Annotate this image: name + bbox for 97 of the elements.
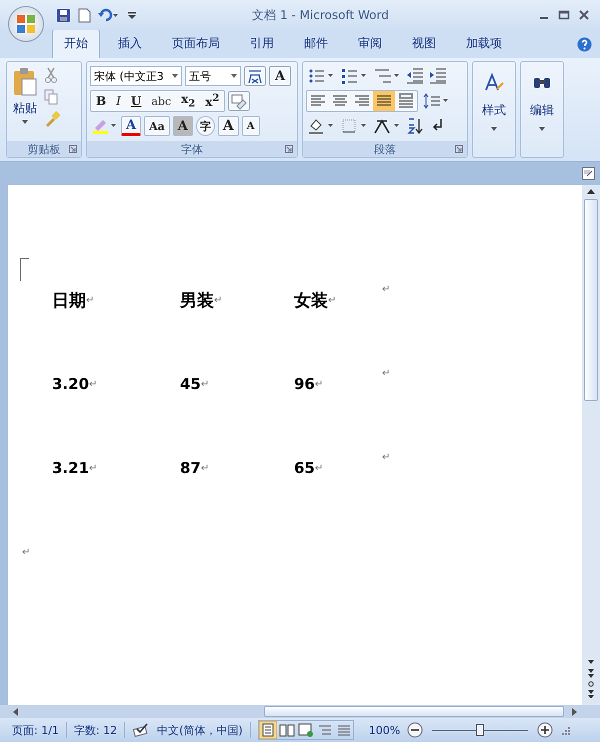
horizontal-scrollbar[interactable]	[0, 705, 600, 718]
table-cell-text: 男装	[180, 290, 214, 312]
font-effect-button[interactable]: A	[242, 116, 260, 136]
sort-icon[interactable]	[405, 116, 425, 136]
font-effect-button[interactable]: A	[218, 116, 239, 136]
ribbon-tab[interactable]: 页面布局	[160, 29, 232, 58]
table-cell-text: 87	[180, 459, 201, 477]
help-icon[interactable]	[577, 37, 592, 52]
dropdown-arrow-icon	[231, 74, 237, 78]
format-button[interactable]: abc	[146, 91, 176, 111]
font-effect-button[interactable]: 字	[196, 116, 215, 136]
text-boundary-mark	[20, 258, 29, 281]
scroll-down-icon[interactable]	[586, 658, 596, 698]
maximize-icon[interactable]	[558, 9, 570, 21]
row-end-mark: ↵	[382, 452, 390, 463]
format-button[interactable]: x$^{2}$	[200, 91, 224, 111]
paragraph-mark: ↵	[214, 294, 222, 306]
dropdown-arrow-icon	[22, 120, 28, 124]
align-icon[interactable]	[373, 91, 395, 111]
scroll-right-icon[interactable]	[570, 706, 578, 716]
dropdown-arrow-icon	[172, 74, 178, 78]
group-label: 段落	[374, 142, 396, 156]
close-icon[interactable]	[578, 9, 590, 21]
new-document-icon[interactable]	[78, 8, 91, 22]
view-mode-icon[interactable]	[296, 721, 315, 739]
format-button[interactable]: x$_{2}$	[176, 91, 200, 111]
save-icon[interactable]	[56, 8, 71, 22]
table-cell-text: 65	[294, 459, 315, 477]
vertical-scrollbar[interactable]	[582, 185, 600, 705]
ribbon-tab[interactable]: 引用	[238, 29, 286, 58]
table-cell-text: 3.21	[52, 459, 90, 477]
paragraph-mark: ↵	[89, 378, 98, 390]
view-mode-icon[interactable]	[258, 721, 277, 739]
group-label: 剪贴板	[28, 142, 60, 156]
dropdown-arrow-icon	[539, 127, 545, 131]
format-button[interactable]: U	[126, 91, 146, 111]
ribbon-tab[interactable]: 插入	[106, 29, 154, 58]
paste-button[interactable]: 粘贴	[10, 65, 40, 138]
font-name-field[interactable]: 宋体 (中文正3	[90, 66, 182, 86]
font-effect-button[interactable]: A	[172, 116, 193, 136]
office-button[interactable]	[8, 6, 44, 42]
font-effect-button[interactable]: A	[121, 116, 142, 136]
clipboard-icon	[12, 67, 38, 97]
increase-indent-icon[interactable]	[428, 66, 448, 86]
undo-icon[interactable]	[98, 8, 120, 22]
table-cell-text: 45	[180, 375, 201, 393]
table-cell-text: 女装	[294, 290, 328, 312]
paragraph-mark: ↵	[22, 547, 30, 558]
window-title: 文档 1 - Microsoft Word	[251, 6, 390, 24]
decrease-indent-icon[interactable]	[405, 66, 425, 86]
customize-menu-icon[interactable]	[127, 10, 137, 20]
phonetic-guide-icon[interactable]	[244, 66, 266, 86]
dialog-launcher-icon[interactable]	[285, 145, 293, 153]
resize-grip-icon[interactable]	[560, 725, 570, 735]
line-spacing-icon[interactable]	[421, 91, 451, 111]
numbering-icon[interactable]	[339, 66, 369, 86]
table-cell-text: 3.20	[52, 375, 90, 393]
dialog-launcher-icon[interactable]	[69, 145, 77, 153]
word-count[interactable]: 字数: 12	[74, 722, 118, 738]
paragraph-mark: ↵	[86, 294, 94, 306]
ribbon-tab[interactable]: 加载项	[454, 29, 514, 58]
scroll-thumb[interactable]	[584, 199, 598, 401]
zoom-slider-thumb[interactable]	[476, 724, 484, 736]
zoom-level[interactable]: 100%	[368, 724, 400, 736]
format-button[interactable]: I	[111, 91, 126, 111]
paragraph-mark: ↵	[89, 462, 98, 474]
ribbon-tab[interactable]: 视图	[400, 29, 448, 58]
group-label: 字体	[181, 142, 203, 156]
dialog-launcher-icon[interactable]	[455, 145, 463, 153]
table-cell-text: 日期	[52, 290, 86, 312]
office-logo-icon	[16, 14, 36, 34]
dropdown-arrow-icon	[491, 127, 497, 131]
paragraph-mark: ↵	[328, 294, 336, 306]
paragraph-mark: ↵	[200, 378, 210, 390]
ribbon-tab[interactable]: 邮件	[292, 29, 340, 58]
row-end-mark: ↵	[382, 368, 390, 379]
table-cell-text: 96	[294, 375, 315, 393]
zoom-in-icon[interactable]	[537, 722, 554, 738]
paragraph-mark: ↵	[314, 378, 324, 390]
cut-icon[interactable]	[44, 67, 58, 83]
zoom-out-icon[interactable]	[407, 722, 424, 738]
font-effect-button[interactable]: Aa	[144, 116, 170, 136]
scroll-thumb[interactable]	[264, 706, 564, 717]
format-button[interactable]: B	[91, 91, 112, 111]
paragraph-mark: ↵	[200, 462, 210, 474]
scroll-left-icon[interactable]	[12, 706, 20, 716]
clear-formatting-icon[interactable]	[228, 91, 250, 111]
language-indicator[interactable]: 中文(简体，中国)	[157, 722, 243, 738]
ruler-toggle-icon[interactable]	[582, 167, 595, 180]
copy-icon[interactable]	[44, 89, 58, 105]
character-border-button[interactable]: A	[269, 66, 291, 86]
ribbon-tab[interactable]: 审阅	[346, 29, 394, 58]
font-size-field[interactable]: 五号	[185, 66, 241, 86]
row-end-mark: ↵	[382, 284, 390, 295]
paragraph-mark: ↵	[314, 462, 324, 474]
ribbon-tab[interactable]: 开始	[52, 29, 100, 58]
page-count[interactable]: 页面: 1/1	[12, 722, 59, 738]
